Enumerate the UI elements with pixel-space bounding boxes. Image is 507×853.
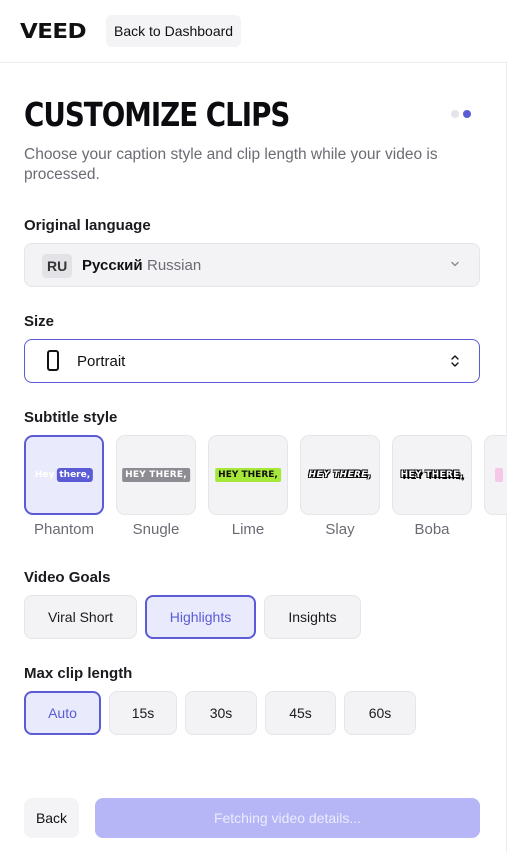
- slay-preview: HEY THERE,: [308, 470, 372, 480]
- style-name-slay: Slay: [325, 521, 355, 538]
- top-bar: VEED Back to Dashboard: [0, 0, 507, 63]
- page-title: CUSTOMIZE CLIPS: [24, 95, 290, 134]
- style-card-snugle[interactable]: HEY THERE,: [116, 435, 196, 515]
- back-to-dashboard-button[interactable]: Back to Dashboard: [106, 15, 242, 47]
- style-card-lime[interactable]: HEY THERE,: [208, 435, 288, 515]
- back-button[interactable]: Back: [24, 798, 79, 838]
- style-card-phantom[interactable]: Hey there,: [24, 435, 104, 515]
- style-name-lime: Lime: [231, 521, 265, 538]
- length-60s-button[interactable]: 60s: [344, 691, 416, 735]
- size-label: Size: [24, 313, 55, 330]
- style-name-phantom: Phantom: [33, 521, 95, 538]
- length-auto-button[interactable]: Auto: [24, 691, 101, 735]
- style-card-partial[interactable]: [484, 435, 507, 515]
- step-indicator: [451, 110, 471, 118]
- max-clip-length-label: Max clip length: [24, 665, 133, 682]
- original-language-label: Original language: [24, 217, 151, 234]
- style-card-slay[interactable]: HEY THERE,: [300, 435, 380, 515]
- length-15s-button[interactable]: 15s: [109, 691, 177, 735]
- goal-viral-short-button[interactable]: Viral Short: [24, 595, 137, 639]
- veed-logo[interactable]: VEED: [20, 19, 87, 43]
- chevron-down-icon: [451, 261, 459, 267]
- style-card-boba[interactable]: HEY THERE,: [392, 435, 472, 515]
- goal-highlights-button[interactable]: Highlights: [145, 595, 256, 639]
- video-goals-label: Video Goals: [24, 569, 111, 586]
- phantom-preview-word1: Hey: [34, 470, 55, 480]
- portrait-icon: [47, 350, 59, 371]
- page-subtitle: Choose your caption style and clip lengt…: [24, 146, 438, 183]
- boba-preview: HEY THERE,: [400, 470, 464, 480]
- subtitle-style-label: Subtitle style: [24, 409, 118, 426]
- fetching-video-details-button[interactable]: Fetching video details...: [95, 798, 480, 838]
- lime-preview: HEY THERE,: [215, 468, 281, 482]
- step-dot-2-active: [463, 110, 471, 118]
- size-select[interactable]: Portrait: [24, 339, 480, 383]
- partial-style-preview: [495, 468, 503, 482]
- goal-insights-button[interactable]: Insights: [264, 595, 361, 639]
- style-name-boba: Boba: [414, 521, 450, 538]
- phantom-preview: Hey there,: [34, 468, 94, 482]
- language-english-name: Russian: [147, 257, 202, 274]
- language-code-badge: RU: [42, 254, 73, 278]
- chevron-up-down-icon: [451, 355, 459, 367]
- length-30s-button[interactable]: 30s: [185, 691, 257, 735]
- size-value: Portrait: [77, 353, 126, 370]
- length-45s-button[interactable]: 45s: [265, 691, 336, 735]
- style-name-snugle: Snugle: [132, 521, 180, 538]
- language-native-name: Русский: [82, 257, 143, 274]
- step-dot-1: [451, 110, 459, 118]
- phantom-preview-word2: there,: [56, 468, 94, 482]
- snugle-preview: HEY THERE,: [122, 468, 190, 482]
- language-select[interactable]: RU Русский Russian: [24, 243, 480, 287]
